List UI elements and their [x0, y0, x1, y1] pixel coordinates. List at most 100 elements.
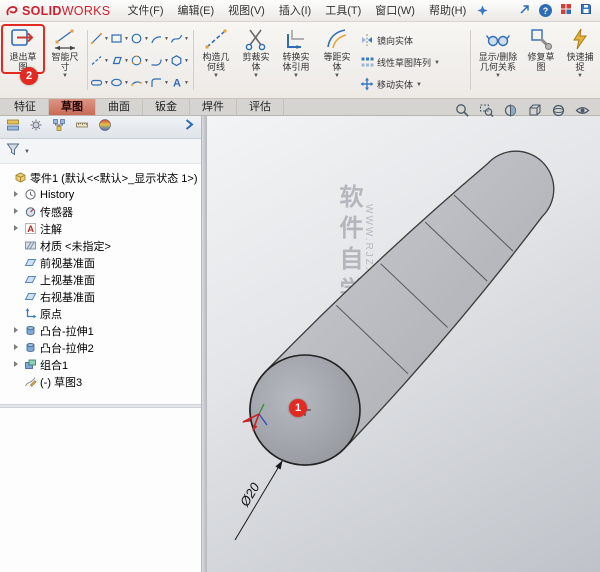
dropdown-caret-icon[interactable]: ▼: [104, 58, 109, 64]
perimeter-circle-tool-icon[interactable]: ▼: [130, 54, 150, 67]
dropdown-caret-icon[interactable]: ▼: [577, 73, 583, 79]
expand-arrow-icon[interactable]: [13, 344, 21, 352]
save-icon[interactable]: [580, 3, 592, 18]
dropdown-caret-icon[interactable]: ▼: [124, 80, 129, 86]
menu-help[interactable]: 帮助(H): [422, 0, 473, 22]
tree-item-origin[interactable]: 原点: [0, 305, 201, 322]
tree-item-material[interactable]: 材质 <未指定>: [0, 237, 201, 254]
centerline-tool-icon[interactable]: ▼: [90, 54, 110, 67]
dropdown-caret-icon[interactable]: ▼: [253, 73, 259, 79]
menu-window[interactable]: 窗口(W): [368, 0, 422, 22]
tree-item-right-plane[interactable]: 右视基准面: [0, 288, 201, 305]
tree-item-top-plane[interactable]: 上视基准面: [0, 271, 201, 288]
dropdown-caret-icon[interactable]: ▼: [416, 82, 422, 88]
dropdown-caret-icon[interactable]: ▼: [124, 36, 129, 42]
dropdown-caret-icon[interactable]: ▼: [24, 149, 30, 155]
expand-arrow-icon[interactable]: [13, 208, 21, 216]
menu-pin-icon[interactable]: [477, 5, 488, 16]
dropdown-caret-icon[interactable]: ▼: [164, 36, 169, 42]
tab-evaluate[interactable]: 评估: [237, 99, 284, 115]
expand-arrow-icon[interactable]: [13, 225, 21, 233]
parallelogram-tool-icon[interactable]: ▼: [110, 54, 130, 67]
dropdown-caret-icon[interactable]: ▼: [334, 73, 340, 79]
sketch-fillet-tool-icon[interactable]: ▼: [150, 76, 170, 89]
mirror-entities-button[interactable]: 镜向实体: [360, 30, 413, 50]
expand-arrow-icon[interactable]: [13, 327, 21, 335]
tab-features[interactable]: 特征: [2, 99, 49, 115]
tree-item-annotations[interactable]: A 注解: [0, 220, 201, 237]
dropdown-caret-icon[interactable]: ▼: [104, 80, 109, 86]
circle-tool-icon[interactable]: ▼: [130, 32, 150, 45]
graphics-area[interactable]: 软件自学网 WWW.RJZXW.COM 软件自学网 WWW.RJZXW.COM: [207, 116, 600, 572]
3d-model-canvas[interactable]: Ø20: [207, 116, 600, 572]
new-window-arrow-icon[interactable]: [519, 3, 531, 18]
tab-sheet-metal[interactable]: 钣金: [143, 99, 190, 115]
help-icon[interactable]: ?: [539, 4, 552, 17]
line-tool-icon[interactable]: ▼: [90, 32, 110, 45]
dropdown-caret-icon[interactable]: ▼: [434, 60, 440, 66]
diameter-dimension[interactable]: Ø20: [234, 460, 284, 541]
tree-item-sensors[interactable]: 传感器: [0, 203, 201, 220]
apps-grid-icon[interactable]: [560, 3, 572, 18]
sketch-text-tool-icon[interactable]: A ▼: [170, 76, 190, 89]
menu-edit[interactable]: 编辑(E): [170, 0, 221, 22]
dropdown-caret-icon[interactable]: ▼: [124, 58, 129, 64]
expand-arrow-icon[interactable]: [13, 191, 21, 199]
dropdown-caret-icon[interactable]: ▼: [184, 80, 189, 86]
tab-sketch[interactable]: 草图: [49, 99, 96, 115]
zoom-area-icon[interactable]: [479, 103, 494, 123]
filter-funnel-icon[interactable]: [6, 142, 20, 161]
configurationmanager-tab-icon[interactable]: [52, 118, 66, 137]
dropdown-caret-icon[interactable]: ▼: [144, 36, 149, 42]
convert-entities-button[interactable]: 转换实体引用 ▼: [276, 26, 316, 97]
dropdown-caret-icon[interactable]: ▼: [213, 73, 219, 79]
slot-tool-icon[interactable]: ▼: [90, 76, 110, 89]
display-style-icon[interactable]: [551, 103, 566, 123]
move-entities-button[interactable]: 移动实体 ▼: [360, 74, 422, 94]
hide-show-items-icon[interactable]: [575, 103, 590, 123]
tab-weldments[interactable]: 焊件: [190, 99, 237, 115]
dropdown-caret-icon[interactable]: ▼: [144, 80, 149, 86]
tree-item-part-root[interactable]: 零件1 (默认<<默认>_显示状态 1>): [0, 169, 201, 186]
corner-rectangle-tool-icon[interactable]: ▼: [110, 32, 130, 45]
tab-surfaces[interactable]: 曲面: [96, 99, 143, 115]
trim-entities-button[interactable]: 剪裁实体 ▼: [238, 26, 274, 97]
tree-item-history[interactable]: History: [0, 186, 201, 203]
dropdown-caret-icon[interactable]: ▼: [184, 36, 189, 42]
three-point-arc-tool-icon[interactable]: ▼: [130, 76, 150, 89]
linear-sketch-pattern-button[interactable]: 线性草图阵列 ▼: [360, 52, 440, 72]
view-orientation-icon[interactable]: [527, 103, 542, 123]
spline-tool-icon[interactable]: ▼: [170, 32, 190, 45]
tree-item-combine1[interactable]: 组合1: [0, 356, 201, 373]
dropdown-caret-icon[interactable]: ▼: [184, 58, 189, 64]
ellipse-tool-icon[interactable]: ▼: [110, 76, 130, 89]
arc-tool-icon[interactable]: ▼: [150, 32, 170, 45]
tangent-arc-tool-icon[interactable]: ▼: [150, 54, 170, 67]
offset-entities-button[interactable]: 等距实体 ▼: [318, 26, 356, 97]
dropdown-caret-icon[interactable]: ▼: [144, 58, 149, 64]
tree-item-boss-extrude1[interactable]: 凸台-拉伸1: [0, 322, 201, 339]
repair-sketch-button[interactable]: 修复草图: [523, 26, 559, 97]
dropdown-caret-icon[interactable]: ▼: [104, 36, 109, 42]
tree-item-front-plane[interactable]: 前视基准面: [0, 254, 201, 271]
tree-item-sketch3[interactable]: (-) 草图3: [0, 373, 201, 390]
dimxpertmanager-tab-icon[interactable]: [75, 118, 89, 137]
dropdown-caret-icon[interactable]: ▼: [164, 58, 169, 64]
construction-geometry-button[interactable]: 构造几何线 ▼: [196, 26, 236, 97]
menu-insert[interactable]: 插入(I): [272, 0, 318, 22]
menu-view[interactable]: 视图(V): [221, 0, 272, 22]
section-view-icon[interactable]: [503, 103, 518, 123]
flyout-chevron-icon[interactable]: [183, 118, 195, 136]
tree-item-boss-extrude2[interactable]: 凸台-拉伸2: [0, 339, 201, 356]
polygon-tool-icon[interactable]: ▼: [170, 54, 190, 67]
dropdown-caret-icon[interactable]: ▼: [293, 73, 299, 79]
smart-dimension-button[interactable]: 智能尺寸 ▼: [46, 26, 84, 97]
menu-file[interactable]: 文件(F): [120, 0, 170, 22]
dropdown-caret-icon[interactable]: ▼: [164, 80, 169, 86]
menu-tools[interactable]: 工具(T): [318, 0, 368, 22]
displaymanager-tab-icon[interactable]: [98, 118, 112, 137]
dropdown-caret-icon[interactable]: ▼: [62, 73, 68, 79]
display-delete-relations-button[interactable]: 显示/删除几何关系 ▼: [475, 26, 521, 97]
propertymanager-tab-icon[interactable]: [29, 118, 43, 137]
quick-snaps-button[interactable]: 快速捕捉 ▼: [561, 26, 599, 97]
